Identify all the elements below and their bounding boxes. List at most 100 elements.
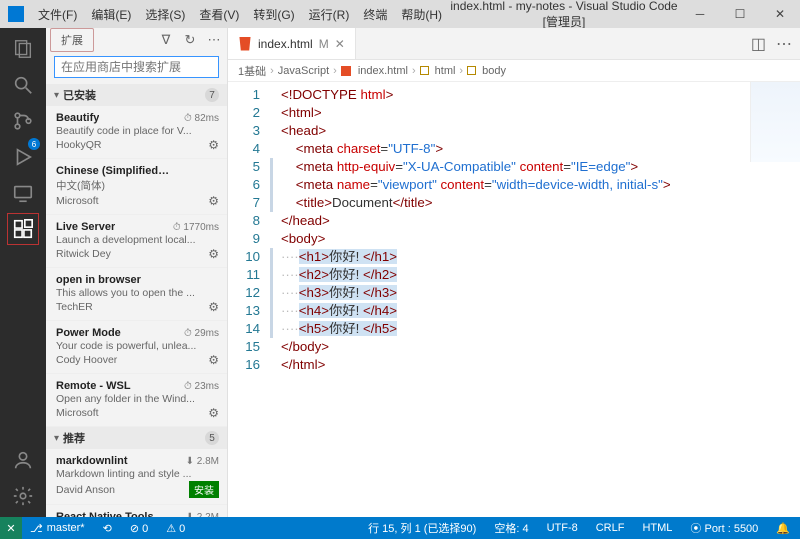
menu-file[interactable]: 文件(F) [32, 6, 83, 23]
extension-item[interactable]: Beautify⏱ 82msBeautify code in place for… [46, 106, 227, 159]
language-mode[interactable]: HTML [638, 522, 676, 534]
sync-icon[interactable]: ⟲ [99, 522, 116, 535]
extension-publisher: David Anson [56, 484, 115, 496]
element-icon [467, 66, 476, 75]
recommended-count: 5 [205, 431, 219, 445]
menu-view[interactable]: 查看(V) [193, 6, 245, 23]
html-file-icon [238, 37, 252, 51]
remote-icon[interactable] [10, 180, 36, 206]
extension-name: Power Mode [56, 327, 121, 339]
extension-stat: ⏱ 23ms [184, 381, 219, 392]
errors-count[interactable]: ⊘ 0 [126, 522, 152, 535]
menu-edit[interactable]: 编辑(E) [85, 6, 137, 23]
menu-terminal[interactable]: 终端 [357, 6, 393, 23]
search-icon[interactable] [10, 72, 36, 98]
extension-stat: ⏱ 1770ms [173, 222, 219, 233]
activity-bar: 6 [0, 28, 46, 517]
extension-search-input[interactable] [54, 56, 219, 78]
breadcrumb-item[interactable]: index.html [358, 65, 408, 77]
extension-desc: Your code is powerful, unlea... [56, 340, 219, 352]
extension-gear-icon[interactable]: ⚙ [208, 138, 219, 152]
breadcrumb-item[interactable]: body [482, 65, 506, 77]
explorer-icon[interactable] [10, 36, 36, 62]
extensions-icon[interactable] [10, 216, 36, 242]
extension-desc: Open any folder in the Wind... [56, 393, 219, 405]
notifications-icon[interactable]: 🔔 [772, 522, 794, 535]
editor-tabs: index.html M ✕ ◫ ⋯ [228, 28, 800, 60]
breadcrumb-item[interactable]: 1基础 [238, 63, 266, 79]
encoding-status[interactable]: UTF-8 [543, 522, 582, 534]
breadcrumb-item[interactable]: JavaScript [278, 65, 329, 77]
code-body[interactable]: <!DOCTYPE html><html><head> <meta charse… [273, 82, 800, 517]
extension-publisher: Microsoft [56, 195, 99, 207]
more-icon[interactable]: ⋯ [205, 31, 223, 49]
editor-area: index.html M ✕ ◫ ⋯ 1基础› JavaScript› inde… [228, 28, 800, 517]
tab-more-icon[interactable]: ⋯ [776, 34, 792, 54]
extension-gear-icon[interactable]: ⚙ [208, 194, 219, 208]
cursor-position[interactable]: 行 15, 列 1 (已选择90) [364, 520, 480, 536]
window-close[interactable]: ✕ [760, 0, 800, 28]
extension-item[interactable]: open in browserThis allows you to open t… [46, 268, 227, 321]
extension-gear-icon[interactable]: ⚙ [208, 247, 219, 261]
extension-stat: ⏱ 29ms [184, 328, 219, 339]
tab-index-html[interactable]: index.html M ✕ [228, 28, 356, 59]
extension-item[interactable]: Live Server⏱ 1770msLaunch a development … [46, 215, 227, 268]
menu-bar: 文件(F) 编辑(E) 选择(S) 查看(V) 转到(G) 运行(R) 终端 帮… [32, 6, 448, 23]
menu-select[interactable]: 选择(S) [139, 6, 191, 23]
settings-gear-icon[interactable] [10, 483, 36, 509]
tab-label: index.html [258, 37, 313, 51]
extension-publisher: HookyQR [56, 139, 102, 151]
eol-status[interactable]: CRLF [592, 522, 629, 534]
breadcrumb-item[interactable]: html [435, 65, 456, 77]
extension-gear-icon[interactable]: ⚙ [208, 406, 219, 420]
tab-modified-indicator: M [319, 37, 329, 51]
filter-icon[interactable]: ∇ [157, 31, 175, 49]
install-button[interactable]: 安装 [189, 481, 219, 498]
source-control-icon[interactable] [10, 108, 36, 134]
extension-gear-icon[interactable]: ⚙ [208, 353, 219, 367]
window-maximize[interactable]: ☐ [720, 0, 760, 28]
account-icon[interactable] [10, 447, 36, 473]
extension-desc: 中文(简体) [56, 178, 219, 193]
extension-item[interactable]: Chinese (Simplified) Lan...中文(简体) Microso… [46, 159, 227, 215]
extension-name: Beautify [56, 112, 99, 124]
extension-stat: ⬇ 2.8M [186, 456, 219, 467]
section-installed[interactable]: ▾ 已安装 7 [46, 84, 227, 106]
extension-item[interactable]: React Native Tools⬇ 2.2MDebugging and in… [46, 505, 227, 517]
chevron-down-icon: ▾ [54, 90, 59, 101]
indent-status[interactable]: 空格: 4 [490, 520, 532, 536]
extension-item[interactable]: markdownlint⬇ 2.8MMarkdown linting and s… [46, 449, 227, 505]
tab-close-icon[interactable]: ✕ [335, 37, 345, 51]
extension-publisher: Ritwick Dey [56, 248, 111, 260]
breadcrumb[interactable]: 1基础› JavaScript› index.html› html› body [228, 60, 800, 82]
extension-desc: This allows you to open the ... [56, 287, 219, 299]
window-minimize[interactable]: ─ [680, 0, 720, 28]
refresh-icon[interactable]: ↻ [181, 31, 199, 49]
code-editor[interactable]: 12345678910111213141516 <!DOCTYPE html><… [228, 82, 800, 517]
live-server-port[interactable]: ⦿ Port : 5500 [686, 520, 762, 536]
extension-name: markdownlint [56, 455, 128, 467]
warnings-count[interactable]: ⚠ 0 [162, 522, 189, 535]
extension-item[interactable]: Power Mode ⏱ 29msYour code is powerful, u… [46, 321, 227, 374]
section-recommended[interactable]: ▾ 推荐 5 [46, 427, 227, 449]
split-editor-icon[interactable]: ◫ [751, 34, 766, 54]
vscode-logo-icon [8, 6, 24, 22]
menu-run[interactable]: 运行(R) [303, 6, 356, 23]
menu-help[interactable]: 帮助(H) [395, 6, 448, 23]
extension-gear-icon[interactable]: ⚙ [208, 300, 219, 314]
git-branch[interactable]: ⎇ master* [26, 522, 89, 535]
extension-item[interactable]: Remote - WSL⏱ 23msOpen any folder in the… [46, 374, 227, 427]
html-file-icon [341, 66, 351, 76]
element-icon [420, 66, 429, 75]
extension-stat: ⏱ 82ms [184, 113, 219, 124]
section-recommended-label: 推荐 [63, 430, 85, 446]
extension-name: Chinese (Simplified) Lan... [56, 165, 171, 177]
menu-go[interactable]: 转到(G) [247, 6, 300, 23]
remote-indicator[interactable]: ✕ [0, 517, 22, 539]
line-gutter: 12345678910111213141516 [228, 82, 270, 517]
extension-publisher: TechER [56, 301, 93, 313]
status-bar: ✕ ⎇ master* ⟲ ⊘ 0 ⚠ 0 行 15, 列 1 (已选择90) … [0, 517, 800, 539]
minimap[interactable] [750, 82, 800, 162]
section-installed-label: 已安装 [63, 87, 96, 103]
extension-name: open in browser [56, 274, 141, 286]
